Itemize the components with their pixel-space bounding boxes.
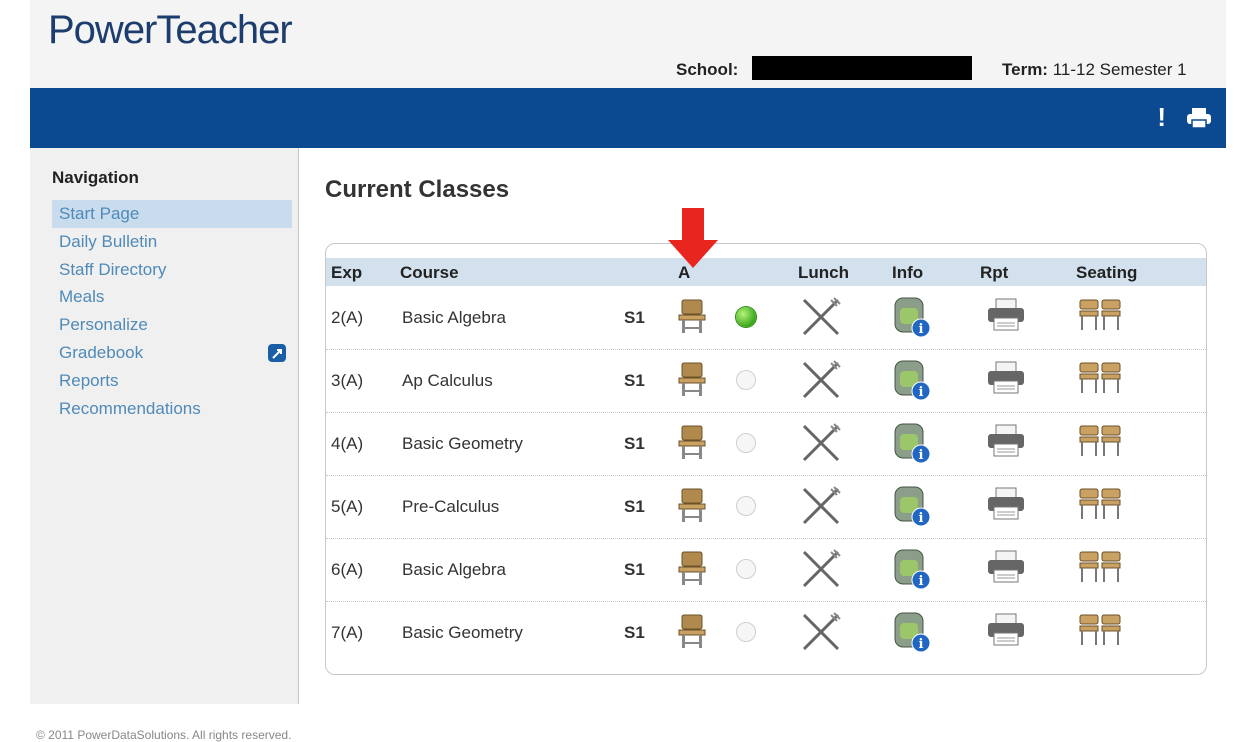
- attendance-chair-icon[interactable]: [678, 487, 706, 528]
- attendance-status-indicator: [736, 496, 756, 516]
- report-printer-icon[interactable]: [986, 487, 1026, 526]
- school-label: School:: [676, 60, 739, 79]
- class-row: 4(A) Basic Geometry S1 i: [326, 412, 1206, 476]
- lunch-icon[interactable]: [800, 422, 842, 467]
- report-printer-icon[interactable]: [986, 298, 1026, 337]
- attendance-status-indicator: [736, 559, 756, 579]
- info-backpack-icon[interactable]: i: [892, 420, 932, 469]
- svg-text:i: i: [919, 448, 924, 463]
- seating-chart-icon[interactable]: [1078, 613, 1122, 652]
- col-seating: Seating: [1076, 263, 1138, 282]
- lunch-icon[interactable]: [800, 485, 842, 530]
- col-info: Info: [892, 263, 924, 282]
- print-icon[interactable]: [1186, 108, 1212, 133]
- seating-chart-icon[interactable]: [1078, 298, 1122, 337]
- seating-chart-icon[interactable]: [1078, 361, 1122, 400]
- svg-text:i: i: [919, 574, 924, 589]
- header-banner: !: [30, 88, 1226, 148]
- nav-item-personalize[interactable]: Personalize: [52, 311, 292, 339]
- row-course: Basic Algebra: [402, 560, 506, 579]
- svg-text:i: i: [919, 511, 924, 526]
- seating-chart-icon[interactable]: [1078, 487, 1122, 526]
- col-course: Course: [400, 263, 459, 282]
- row-course: Basic Geometry: [402, 623, 523, 642]
- svg-text:i: i: [919, 637, 924, 652]
- nav-item-reports[interactable]: Reports: [52, 367, 292, 395]
- lunch-icon[interactable]: [800, 359, 842, 404]
- row-term: S1: [624, 497, 645, 516]
- table-header: Exp Course A Lunch Info Rpt Seating: [326, 258, 1206, 286]
- nav-item-gradebook-label[interactable]: Gradebook: [59, 343, 143, 362]
- alert-icon[interactable]: !: [1157, 102, 1166, 133]
- report-printer-icon[interactable]: [986, 361, 1026, 400]
- row-exp: 5(A): [331, 497, 364, 516]
- report-printer-icon[interactable]: [986, 613, 1026, 652]
- class-row: 7(A) Basic Geometry S1 i: [326, 601, 1206, 664]
- seating-chart-icon[interactable]: [1078, 550, 1122, 589]
- attendance-chair-icon[interactable]: [678, 298, 706, 339]
- info-backpack-icon[interactable]: i: [892, 357, 932, 406]
- row-exp: 3(A): [331, 371, 364, 390]
- term-info: Term: 11-12 Semester 1: [1002, 60, 1187, 79]
- info-backpack-icon[interactable]: i: [892, 609, 932, 658]
- class-row: 5(A) Pre-Calculus S1 i: [326, 475, 1206, 539]
- lunch-icon[interactable]: [800, 296, 842, 341]
- nav-item-meals[interactable]: Meals: [52, 283, 292, 311]
- col-exp: Exp: [331, 263, 363, 282]
- row-term: S1: [624, 560, 645, 579]
- row-exp: 6(A): [331, 560, 364, 579]
- row-course: Ap Calculus: [402, 371, 493, 390]
- row-exp: 2(A): [331, 308, 364, 327]
- lunch-icon[interactable]: [800, 611, 842, 656]
- report-printer-icon[interactable]: [986, 550, 1026, 589]
- row-course: Basic Algebra: [402, 308, 506, 327]
- attendance-chair-icon[interactable]: [678, 550, 706, 591]
- nav-item-daily-bulletin[interactable]: Daily Bulletin: [52, 228, 292, 256]
- row-course: Pre-Calculus: [402, 497, 500, 516]
- attendance-status-indicator: [736, 307, 756, 327]
- nav-item-staff-directory[interactable]: Staff Directory: [52, 256, 292, 284]
- row-term: S1: [624, 371, 645, 390]
- nav-item-start-page[interactable]: Start Page: [52, 200, 292, 228]
- info-backpack-icon[interactable]: i: [892, 294, 932, 343]
- attendance-chair-icon[interactable]: [678, 361, 706, 402]
- nav-item-gradebook[interactable]: Gradebook: [52, 339, 292, 367]
- class-row: 2(A) Basic Algebra S1 i: [326, 286, 1206, 350]
- row-exp: 4(A): [331, 434, 364, 453]
- class-row: 3(A) Ap Calculus S1 i: [326, 349, 1206, 413]
- app-logo: PowerTeacher: [48, 8, 293, 52]
- footer-copyright: © 2011 PowerDataSolutions. All rights re…: [36, 728, 292, 742]
- classes-table: Exp Course A Lunch Info Rpt Seating 2(A)…: [325, 243, 1207, 675]
- row-exp: 7(A): [331, 623, 364, 642]
- term-value: 11-12 Semester 1: [1052, 60, 1187, 79]
- nav-list: Start Page Daily Bulletin Staff Director…: [52, 200, 292, 422]
- col-rpt: Rpt: [980, 263, 1009, 282]
- navigation-sidebar: Navigation Start Page Daily Bulletin Sta…: [30, 148, 299, 704]
- attendance-status-indicator: [736, 433, 756, 453]
- main-content: Current Classes Exp Course A Lunch Info …: [299, 148, 1226, 704]
- nav-item-recommendations[interactable]: Recommendations: [52, 395, 292, 423]
- page-title: Current Classes: [325, 176, 510, 203]
- lunch-icon[interactable]: [800, 548, 842, 593]
- attendance-chair-icon[interactable]: [678, 613, 706, 654]
- navigation-title: Navigation: [52, 168, 139, 187]
- red-arrow-annotation: [668, 208, 718, 268]
- report-printer-icon[interactable]: [986, 424, 1026, 463]
- row-term: S1: [624, 308, 645, 327]
- attendance-status-indicator: [736, 622, 756, 642]
- info-backpack-icon[interactable]: i: [892, 483, 932, 532]
- attendance-chair-icon[interactable]: [678, 424, 706, 465]
- attendance-status-indicator: [736, 370, 756, 390]
- row-term: S1: [624, 434, 645, 453]
- svg-text:i: i: [919, 322, 924, 337]
- seating-chart-icon[interactable]: [1078, 424, 1122, 463]
- row-term: S1: [624, 623, 645, 642]
- svg-text:i: i: [919, 385, 924, 400]
- gradebook-launch-icon[interactable]: [268, 343, 286, 362]
- col-lunch: Lunch: [798, 263, 849, 282]
- info-backpack-icon[interactable]: i: [892, 546, 932, 595]
- row-course: Basic Geometry: [402, 434, 523, 453]
- school-name-redacted: [752, 56, 972, 80]
- class-row: 6(A) Basic Algebra S1 i: [326, 538, 1206, 602]
